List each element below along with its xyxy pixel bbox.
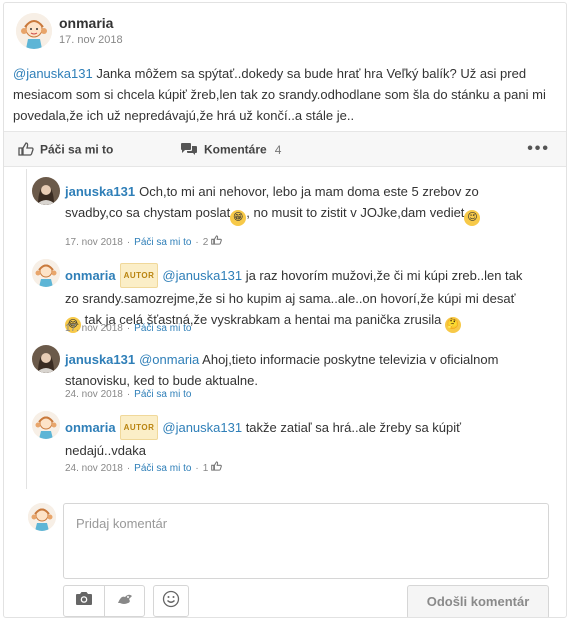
comment-date: 17. nov 2018	[65, 323, 123, 334]
comment-meta: 17. nov 2018 · Páči sa mi to	[65, 323, 192, 334]
post-author-avatar[interactable]	[16, 13, 52, 49]
comments-label: Komentáre	[204, 142, 267, 157]
comment-meta: 17. nov 2018 · Páči sa mi to · 2	[65, 235, 222, 248]
comments-toggle[interactable]: Komentáre 4	[180, 142, 281, 159]
attachment-tools	[63, 585, 145, 617]
author-badge: AUTOR	[119, 415, 159, 440]
comment-author-name[interactable]: onmaria	[65, 268, 116, 283]
comment-like-button[interactable]: Páči sa mi to	[134, 463, 191, 474]
comment-like-button[interactable]: Páči sa mi to	[134, 237, 191, 248]
comment-mention[interactable]: @onmaria	[139, 352, 199, 367]
post-text: Janka môžem sa spýtať..dokedy sa bude hr…	[13, 66, 546, 123]
emoji-button[interactable]	[153, 585, 189, 617]
grin-emoji-icon: 😁	[230, 210, 247, 226]
comment-like-count: 1	[202, 463, 209, 474]
post-mention[interactable]: @januska131	[13, 66, 93, 81]
more-options-button[interactable]: •••	[527, 140, 550, 158]
like-label: Páči sa mi to	[40, 142, 114, 157]
comment-author-name[interactable]: januska131	[65, 352, 135, 367]
comment-author-name[interactable]: januska131	[65, 184, 135, 199]
comment-like-button[interactable]: Páči sa mi to	[134, 323, 191, 334]
thumbs-up-icon	[211, 461, 222, 474]
comment-mention[interactable]: @januska131	[162, 420, 242, 435]
post-action-bar: Páči sa mi to Komentáre 4 •••	[4, 131, 566, 167]
comment-author-avatar[interactable]	[32, 177, 60, 205]
comment-meta: 24. nov 2018 · Páči sa mi to	[65, 389, 192, 400]
thumbs-up-icon	[211, 235, 222, 248]
thinking-emoji-icon: 🤔	[445, 317, 462, 333]
author-badge: AUTOR	[119, 263, 159, 288]
comments-list: januska131 Och,to mi ani nehovor, lebo ja…	[26, 169, 566, 489]
comment-author-avatar[interactable]	[32, 411, 60, 439]
post-body: @januska131 Janka môžem sa spýtať..doked…	[13, 63, 553, 126]
smiley-icon	[162, 590, 180, 613]
send-comment-button[interactable]: Odošli komentár	[407, 585, 549, 617]
comment-text: januska131 Och,to mi ani nehovor, lebo ja…	[65, 181, 525, 226]
post-card: onmaria 17. nov 2018 @januska131 Janka m…	[3, 2, 567, 618]
comment-date: 24. nov 2018	[65, 389, 123, 400]
comment-mention[interactable]: @januska131	[162, 268, 242, 283]
comment-date: 17. nov 2018	[65, 237, 123, 248]
sticker-icon	[116, 591, 134, 611]
post-date: 17. nov 2018	[59, 34, 123, 46]
comment-text: onmaria AUTOR @januska131 takže zatiaľ sa …	[65, 415, 525, 461]
comment-text: januska131 @onmaria Ahoj,tieto informacie…	[65, 349, 525, 391]
camera-button[interactable]	[64, 586, 104, 616]
comment-like-button[interactable]: Páči sa mi to	[134, 389, 191, 400]
comment-author-avatar[interactable]	[32, 345, 60, 373]
comment-input[interactable]: Pridaj komentár	[63, 503, 549, 579]
sticker-button[interactable]	[105, 586, 145, 616]
comment-like-count: 2	[202, 237, 209, 248]
camera-icon	[75, 591, 93, 611]
comment-date: 24. nov 2018	[65, 463, 123, 474]
comments-count: 4	[274, 142, 282, 157]
speech-bubbles-icon	[180, 142, 198, 159]
comment-body-cont: , no musit to zistit v JOJke,dam vediet	[246, 205, 465, 220]
current-user-avatar	[28, 503, 56, 531]
comment-meta: 24. nov 2018 · Páči sa mi to · 1	[65, 461, 222, 474]
comment-author-name[interactable]: onmaria	[65, 420, 116, 435]
wink-emoji-icon: 😉	[464, 210, 481, 226]
like-button[interactable]: Páči sa mi to	[18, 142, 113, 159]
thumbs-up-icon	[18, 142, 34, 159]
comment-author-avatar[interactable]	[32, 259, 60, 287]
post-author-name[interactable]: onmaria	[59, 15, 113, 31]
